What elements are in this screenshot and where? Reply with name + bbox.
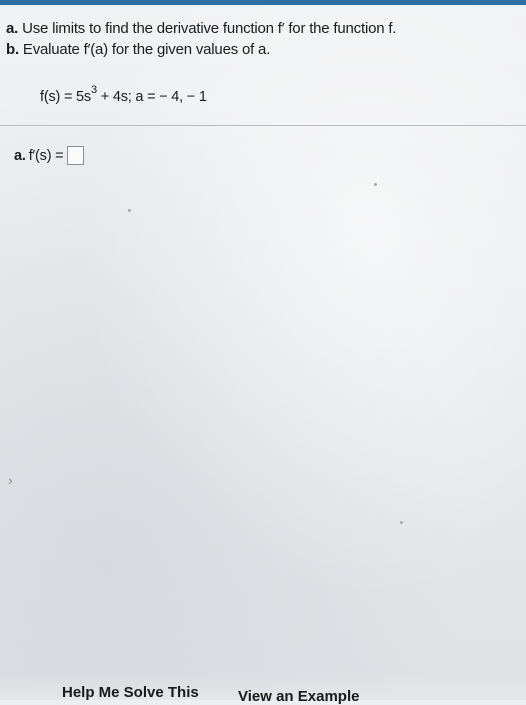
view-example-button[interactable]: View an Example bbox=[238, 688, 359, 705]
question-text: a. Use limits to find the derivative fun… bbox=[6, 18, 506, 60]
help-me-solve-button[interactable]: Help Me Solve This bbox=[62, 684, 199, 701]
chevron-right-icon[interactable]: › bbox=[8, 472, 13, 488]
question-part-a: a. Use limits to find the derivative fun… bbox=[6, 18, 506, 39]
part-a-label: a. bbox=[6, 20, 19, 37]
part-b-label: b. bbox=[6, 41, 19, 58]
answer-input-box[interactable] bbox=[67, 146, 85, 165]
answer-expression: f′(s) = bbox=[28, 147, 64, 164]
dust-speck bbox=[400, 521, 403, 524]
formula-exponent: 3 bbox=[90, 84, 97, 96]
formula-lhs: f(s) = 5s bbox=[40, 88, 91, 105]
part-b-text: Evaluate f′(a) for the given values of a… bbox=[22, 41, 271, 58]
section-divider bbox=[0, 125, 526, 126]
formula-rhs: + 4s; a = − 4, − 1 bbox=[96, 88, 207, 105]
dust-speck bbox=[128, 209, 131, 212]
top-accent-bar bbox=[0, 0, 526, 5]
part-a-text: Use limits to find the derivative functi… bbox=[22, 20, 397, 37]
function-formula: f(s) = 5s3 + 4s; a = − 4, − 1 bbox=[40, 84, 207, 105]
page-background bbox=[0, 0, 526, 700]
answer-row-a: a. f′(s) = bbox=[14, 146, 85, 165]
answer-label: a. bbox=[14, 147, 26, 164]
question-part-b: b. Evaluate f′(a) for the given values o… bbox=[6, 39, 506, 60]
dust-speck bbox=[374, 183, 377, 186]
